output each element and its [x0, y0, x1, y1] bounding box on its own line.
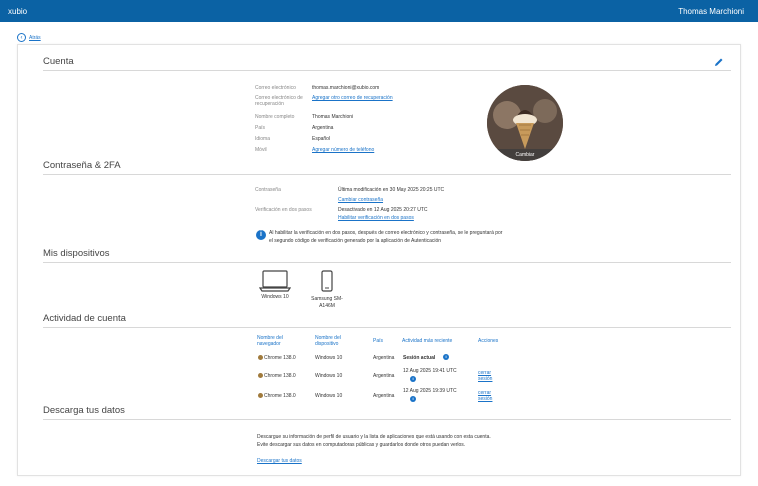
- change-photo-label[interactable]: Cambiar: [487, 149, 563, 161]
- column-header-browser[interactable]: Nombre del navegador: [257, 335, 283, 347]
- row-recent-activity: 12 Aug 2025 19:41 UTC: [403, 368, 457, 374]
- add-recovery-email-link[interactable]: Agregar otro correo de recuperación: [312, 95, 393, 101]
- fullname-value: Thomas Marchioni: [312, 114, 354, 120]
- laptop-icon: [259, 270, 291, 292]
- device-name: Windows 10: [261, 294, 289, 300]
- row-recent-activity: Sesión actual: [403, 355, 436, 361]
- column-header-device[interactable]: Nombre del dispositivo: [315, 335, 341, 347]
- section-divider: [43, 174, 731, 175]
- chrome-icon: [258, 373, 263, 378]
- account-section-title: Cuenta: [43, 56, 74, 67]
- twofa-info-line-2: el segundo código de verificación genera…: [269, 238, 442, 244]
- recovery-email-label: Correo electrónico de recuperación: [255, 95, 303, 107]
- chrome-icon: [258, 393, 263, 398]
- account-card: Cuenta Correo electrónico thomas.marchio…: [17, 44, 741, 476]
- activity-section-title: Actividad de cuenta: [43, 313, 126, 324]
- email-value: thomas.marchioni@xubio.com: [312, 85, 380, 91]
- column-header-country[interactable]: País: [373, 338, 383, 344]
- row-country: Argentina: [373, 373, 395, 379]
- phone-icon: [321, 270, 333, 292]
- top-bar: xubio Thomas Marchioni: [0, 0, 758, 22]
- section-divider: [43, 327, 731, 328]
- language-value: Español: [312, 136, 331, 142]
- country-label: País: [255, 125, 266, 131]
- country-value: Argentina: [312, 125, 334, 131]
- column-header-recent-activity[interactable]: Actividad más reciente: [402, 338, 452, 344]
- user-menu[interactable]: Thomas Marchioni: [678, 7, 744, 16]
- device-name-line-1: Samsung SM-: [311, 296, 343, 302]
- download-description-2: Evite descargar sus datos en computadora…: [257, 442, 466, 448]
- close-session-link[interactable]: cerrar sesión: [478, 390, 492, 402]
- enable-twofa-link[interactable]: Habilitar verificación en dos pasos: [338, 215, 414, 221]
- download-section-title: Descarga tus datos: [43, 405, 125, 416]
- row-device: Windows 10: [315, 393, 343, 399]
- change-password-link[interactable]: Cambiar contraseña: [338, 197, 383, 203]
- row-country: Argentina: [373, 393, 395, 399]
- email-label: Correo electrónico: [255, 85, 296, 91]
- language-label: Idioma: [255, 136, 271, 142]
- back-label: Atrás: [29, 34, 41, 41]
- app-logo[interactable]: xubio: [8, 7, 27, 16]
- info-icon: i: [256, 230, 266, 240]
- info-icon[interactable]: i: [443, 354, 449, 360]
- device-name: Samsung SM- A146M: [302, 296, 352, 310]
- back-button[interactable]: ‹ Atrás: [17, 33, 41, 42]
- header-line: navegador: [257, 341, 281, 347]
- row-browser: Chrome 138.0: [264, 373, 296, 379]
- add-phone-link[interactable]: Agregar número de teléfono: [312, 147, 374, 153]
- section-divider: [43, 70, 731, 71]
- row-browser: Chrome 138.0: [264, 393, 296, 399]
- mobile-label: Móvil: [255, 147, 267, 153]
- chevron-left-icon: ‹: [17, 33, 26, 42]
- row-country: Argentina: [373, 355, 395, 361]
- download-description-1: Descargue su información de perfil de us…: [257, 434, 491, 440]
- header-line: dispositivo: [315, 341, 339, 347]
- twofa-status: Desactivado en 12 Aug 2025 20:27 UTC: [338, 207, 428, 213]
- fullname-label: Nombre completo: [255, 114, 295, 120]
- section-divider: [43, 262, 731, 263]
- row-device: Windows 10: [315, 355, 343, 361]
- download-data-link[interactable]: Descargar tus datos: [257, 458, 302, 464]
- twofa-label: Verificación en dos pasos: [255, 207, 312, 213]
- close-session-link[interactable]: cerrar sesión: [478, 370, 492, 382]
- row-browser: Chrome 138.0: [264, 355, 296, 361]
- section-divider: [43, 419, 731, 420]
- password-modified: Última modificación en 30 May 2025 20:25…: [338, 187, 445, 193]
- info-icon[interactable]: i: [410, 396, 416, 402]
- devices-section-title: Mis dispositivos: [43, 248, 110, 259]
- avatar[interactable]: Cambiar: [487, 85, 563, 161]
- chrome-icon: [258, 355, 263, 360]
- device-name-line-2: A146M: [319, 303, 335, 309]
- row-device: Windows 10: [315, 373, 343, 379]
- link-line: sesión: [478, 396, 493, 402]
- row-recent-activity: 12 Aug 2025 19:39 UTC: [403, 388, 457, 394]
- column-header-actions[interactable]: Acciones: [478, 338, 498, 344]
- info-icon[interactable]: i: [410, 376, 416, 382]
- security-section-title: Contraseña & 2FA: [43, 160, 121, 171]
- twofa-info-line-1: Al habilitar la verificación en dos paso…: [269, 230, 503, 236]
- pencil-icon[interactable]: [714, 57, 724, 67]
- password-label: Contraseña: [255, 187, 281, 193]
- twofa-info-text: Al habilitar la verificación en dos paso…: [269, 229, 529, 245]
- link-line: sesión: [478, 376, 493, 382]
